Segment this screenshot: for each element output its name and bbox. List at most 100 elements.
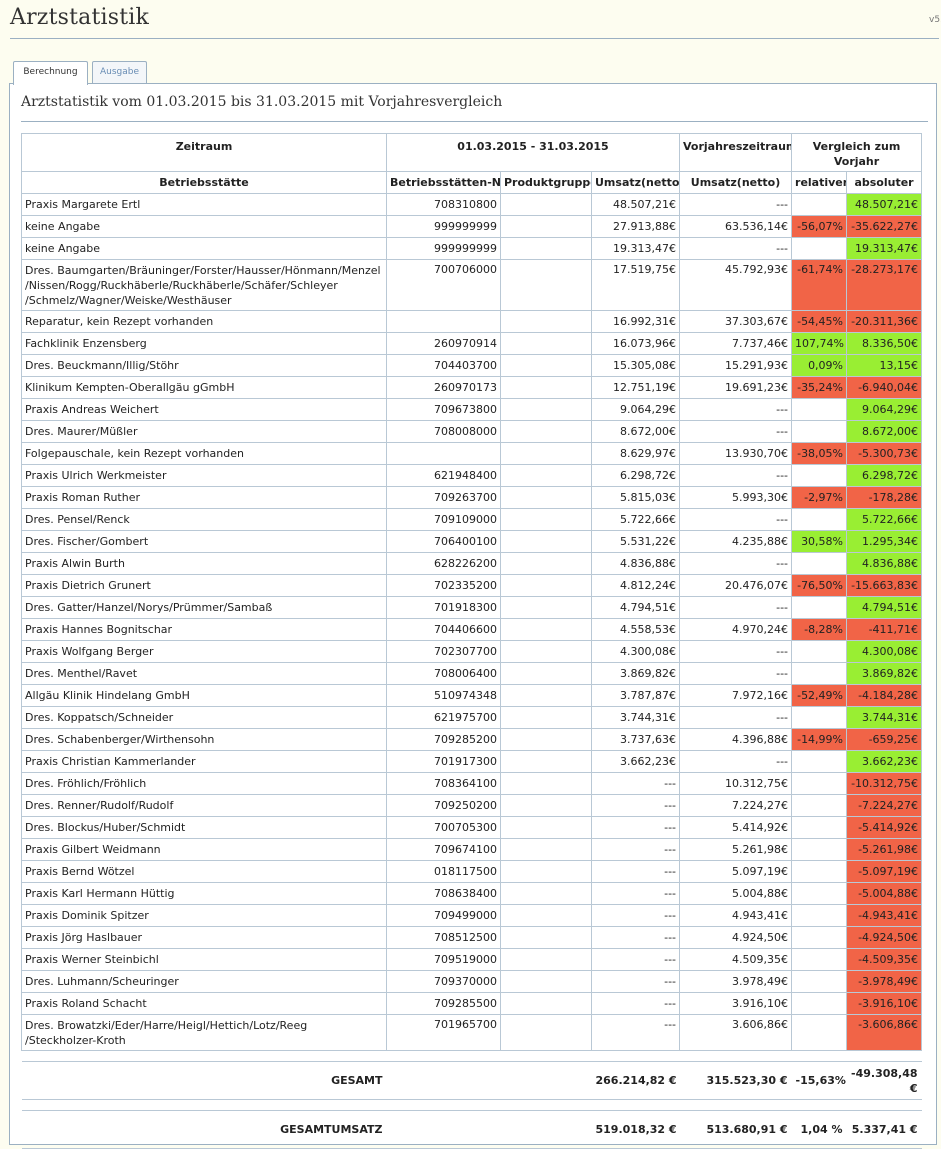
cell-relativ (791, 193, 848, 216)
column-header-produktgruppe: Produktgruppe (500, 171, 592, 194)
report-title: Arztstatistik vom 01.03.2015 bis 31.03.2… (21, 94, 503, 110)
cell-betriebsstaette: Dres. Renner/Rudolf/Rudolf (21, 794, 387, 817)
table-row: Dres. Menthel/Ravet 708006400 3.869,82€ ---… (21, 662, 923, 685)
cell-umsatz-vorjahr: 4.509,35€ (679, 948, 793, 971)
cell-relativ (791, 992, 848, 1015)
cell-umsatz-vorjahr: 63.536,14€ (679, 215, 793, 238)
table-row: Dres. Luhmann/Scheuringer 709370000 --- 3.9… (21, 970, 923, 993)
cell-produktgruppe (500, 530, 592, 553)
cell-relativ: -52,49% (791, 684, 848, 707)
cell-relativ: 0,09% (791, 354, 848, 377)
cell-umsatz: 4.558,53€ (590, 618, 681, 641)
cell-betriebsstaette: Praxis Dietrich Grunert (21, 574, 387, 597)
table-row: Dres. Renner/Rudolf/Rudolf 709250200 --- 7.… (21, 794, 923, 817)
cell-nr: 018117500 (386, 860, 501, 883)
cell-umsatz-vorjahr: 37.303,67€ (679, 310, 793, 333)
cell-umsatz-vorjahr: 4.396,88€ (679, 728, 793, 751)
table-row: Dres. Koppatsch/Schneider 621975700 3.744,… (21, 706, 923, 729)
cell-absolut: -4.509,35€ (846, 948, 923, 971)
table-row: Folgepauschale, kein Rezept vorhanden 8.6… (21, 442, 923, 465)
cell-umsatz: --- (590, 970, 681, 993)
cell-relativ: -14,99% (791, 728, 848, 751)
cell-umsatz: 17.519,75€ (590, 259, 681, 311)
cell-umsatz: --- (590, 838, 681, 861)
cell-umsatz-vorjahr: --- (679, 706, 793, 729)
cell-relativ (791, 816, 848, 839)
cell-nr: 709519000 (386, 948, 501, 971)
header-vergleich: Vergleich zum Vorjahr (791, 133, 923, 172)
cell-produktgruppe (500, 662, 592, 685)
cell-absolut: 13,15€ (846, 354, 923, 377)
cell-umsatz-vorjahr: 3.916,10€ (679, 992, 793, 1015)
cell-absolut: -5.414,92€ (846, 816, 923, 839)
cell-betriebsstaette: Praxis Margarete Ertl (21, 193, 387, 216)
cell-umsatz-vorjahr: --- (679, 464, 793, 487)
header-period: 01.03.2015 - 31.03.2015 (385, 133, 681, 172)
cell-produktgruppe (500, 552, 592, 575)
totals-relativ: 1,04 % (791, 1110, 847, 1149)
cell-betriebsstaette: Dres. Blockus/Huber/Schmidt (21, 816, 387, 839)
totals-absolut: 5.337,41 € (846, 1110, 922, 1149)
cell-umsatz-vorjahr: 19.691,23€ (679, 376, 793, 399)
cell-umsatz: 3.869,82€ (590, 662, 681, 685)
separator-cell (21, 1099, 922, 1111)
cell-absolut: 1.295,34€ (846, 530, 923, 553)
cell-umsatz-vorjahr: --- (679, 750, 793, 773)
table-row: Allgäu Klinik Hindelang GmbH 510974348 3.7… (21, 684, 923, 707)
cell-umsatz-vorjahr: --- (679, 237, 793, 260)
cell-produktgruppe (500, 596, 592, 619)
cell-produktgruppe (500, 794, 592, 817)
header-vorjahr: Vorjahreszeitraum (679, 133, 793, 172)
cell-umsatz: 5.722,66€ (590, 508, 681, 531)
cell-nr: 260970173 (386, 376, 501, 399)
tab-berechnung[interactable]: Berechnung (13, 61, 88, 85)
cell-betriebsstaette: Dres. Browatzki/Eder/Harre/Heigl/Hettich… (21, 1014, 387, 1051)
cell-nr: 701918300 (386, 596, 501, 619)
cell-relativ: -8,28% (791, 618, 848, 641)
title-divider (10, 38, 939, 39)
cell-betriebsstaette: Dres. Schabenberger/Wirthensohn (21, 728, 387, 751)
cell-betriebsstaette: Folgepauschale, kein Rezept vorhanden (21, 442, 387, 465)
cell-produktgruppe (500, 215, 592, 238)
table-row: Praxis Roland Schacht 709285500 --- 3.916,1… (21, 992, 923, 1015)
cell-produktgruppe (500, 618, 592, 641)
cell-nr: 704403700 (386, 354, 501, 377)
totals-row: GESAMT 266.214,82 €315.523,30 € -15,63% -49… (21, 1061, 922, 1100)
cell-nr: 709499000 (386, 904, 501, 927)
table-row: Dres. Blockus/Huber/Schmidt 700705300 --- 5… (21, 816, 923, 839)
cell-betriebsstaette: Praxis Dominik Spitzer (21, 904, 387, 927)
cell-umsatz-vorjahr: 5.993,30€ (679, 486, 793, 509)
cell-betriebsstaette: Praxis Andreas Weichert (21, 398, 387, 421)
cell-produktgruppe (500, 882, 592, 905)
cell-umsatz: --- (590, 794, 681, 817)
cell-betriebsstaette: Dres. Luhmann/Scheuringer (21, 970, 387, 993)
cell-nr: 621975700 (386, 706, 501, 729)
cell-relativ (791, 948, 848, 971)
cell-umsatz: --- (590, 992, 681, 1015)
cell-produktgruppe (500, 310, 592, 333)
cell-relativ: 107,74% (791, 332, 848, 355)
cell-relativ (791, 882, 848, 905)
cell-umsatz-vorjahr: 5.414,92€ (679, 816, 793, 839)
cell-absolut: -5.261,98€ (846, 838, 923, 861)
cell-betriebsstaette: Praxis Christian Kammerlander (21, 750, 387, 773)
totals-umsatz: 519.018,32 € (591, 1110, 680, 1149)
cell-betriebsstaette: Dres. Maurer/Müßler (21, 420, 387, 443)
cell-produktgruppe (500, 948, 592, 971)
cell-umsatz-vorjahr: 15.291,93€ (679, 354, 793, 377)
cell-umsatz: 48.507,21€ (590, 193, 681, 216)
table-row: Praxis Hannes Bognitschar 704406600 4.558,… (21, 618, 923, 641)
cell-umsatz-vorjahr: --- (679, 596, 793, 619)
table-row: Praxis Alwin Burth 628226200 4.836,88€ --- 4… (21, 552, 923, 575)
cell-relativ: 30,58% (791, 530, 848, 553)
table-row: Klinikum Kempten-Oberallgäu gGmbH 2609701… (21, 376, 923, 399)
cell-relativ (791, 596, 848, 619)
tab-ausgabe[interactable]: Ausgabe (92, 61, 147, 84)
cell-absolut: -15.663,83€ (846, 574, 923, 597)
table-row: Praxis Roman Ruther 709263700 5.815,03€ 5.9… (21, 486, 923, 509)
cell-produktgruppe (500, 750, 592, 773)
cell-betriebsstaette: Dres. Gatter/Hanzel/Norys/Prümmer/Sambaß (21, 596, 387, 619)
cell-betriebsstaette: keine Angabe (21, 237, 387, 260)
cell-produktgruppe (500, 706, 592, 729)
cell-umsatz: 3.744,31€ (590, 706, 681, 729)
